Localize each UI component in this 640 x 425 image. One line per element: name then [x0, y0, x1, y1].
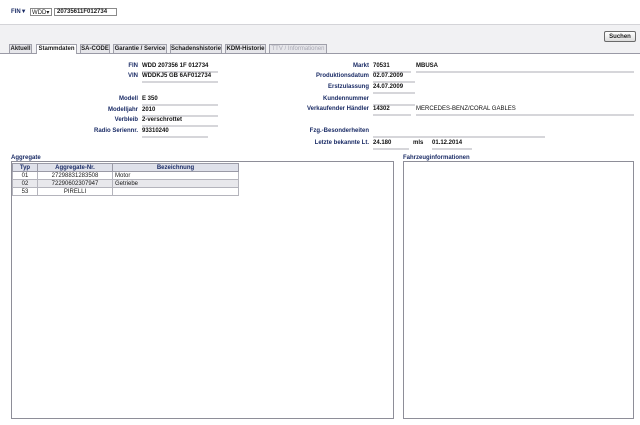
- erstzulassung-value: 24.07.2009: [373, 84, 404, 90]
- column-header-bezeichnung[interactable]: Bezeichnung: [112, 163, 239, 172]
- produktionsdatum-field-label: Produktionsdatum: [315, 73, 369, 79]
- search-bar: FIN▼ WDD▾ 20735611F012734: [0, 0, 640, 25]
- table-row[interactable]: 02 72290602307947 Getriebe: [12, 179, 239, 188]
- modelljahr-value: 2010: [142, 107, 156, 113]
- markt-name: MBUSA: [416, 63, 438, 69]
- fin-input[interactable]: 20735611F012734: [54, 8, 117, 16]
- aggregate-table: Typ Aggregate-Nr. Bezeichnung 01 2729883…: [12, 163, 239, 196]
- fzg-besonderheiten-field-label: Fzg.-Besonderheiten: [309, 128, 369, 134]
- markt-value: 70531: [373, 63, 390, 69]
- table-row[interactable]: 53 PIRELLI: [12, 187, 239, 196]
- tab-stammdaten[interactable]: Stammdaten: [36, 44, 77, 54]
- fin-label: FIN▼: [11, 9, 27, 15]
- tab-kdm-historie[interactable]: KDM-Historie: [225, 44, 266, 53]
- aggregate-nr-cell: PIRELLI: [37, 187, 113, 196]
- erstzulassung-field-label: Erstzulassung: [327, 84, 369, 90]
- vin-value: WDDKJ5 GB 6AF012734: [142, 73, 212, 79]
- tab-schadenshistorie[interactable]: Schadenshistorie: [170, 44, 222, 53]
- bezeichnung-cell: Motor: [112, 171, 239, 180]
- tab-aktuell[interactable]: Aktuell: [9, 44, 32, 53]
- chevron-down-icon: ▾: [46, 10, 50, 16]
- tab-ttv-informationen[interactable]: TTV / Informationen: [269, 44, 327, 53]
- typ-cell: 02: [12, 179, 38, 188]
- letzte-laufleistung-field-label: Letzte bekannte Lt.: [314, 140, 369, 146]
- kundennummer-field-label: Kundennummer: [322, 96, 369, 102]
- vin-field-label: VIN: [127, 73, 138, 79]
- modell-field-label: Modell: [119, 96, 138, 102]
- aggregate-nr-cell: 27298831283508: [37, 171, 113, 180]
- radio-seriennr-value: 93310240: [142, 128, 169, 134]
- table-row[interactable]: 01 27298831283508 Motor: [12, 171, 239, 180]
- fahrzeuginformationen-panel: [403, 161, 634, 419]
- radio-seriennr-field-label: Radio Seriennr.: [93, 128, 138, 134]
- typ-cell: 01: [12, 171, 38, 180]
- table-header-row: Typ Aggregate-Nr. Bezeichnung: [12, 163, 239, 172]
- verbleib-field-label: Verbleib: [114, 117, 138, 123]
- verbleib-value: 2-verschrottet: [142, 117, 183, 123]
- markt-field-label: Markt: [352, 63, 369, 69]
- haendler-name: MERCEDES-BENZ/CORAL GABLES: [416, 106, 516, 112]
- produktionsdatum-value: 02.07.2009: [373, 73, 404, 79]
- tab-strip: Aktuell Stammdaten SA-CODE Garantie / Se…: [0, 44, 640, 54]
- verkaufender-haendler-field-label: Verkaufender Händler: [306, 106, 369, 112]
- tab-garantie-service[interactable]: Garantie / Service: [113, 44, 167, 53]
- haendler-nummer: 14302: [373, 106, 390, 112]
- fin-field-label: FIN: [128, 63, 138, 69]
- tab-sa-code[interactable]: SA-CODE: [80, 44, 110, 53]
- laufleistung-date: 01.12.2014: [432, 140, 463, 146]
- aggregate-nr-cell: 72290602307947: [37, 179, 113, 188]
- fin-value: WDD 207356 1F 012734: [142, 63, 209, 69]
- laufleistung-value: 24.180: [373, 140, 392, 146]
- typ-cell: 53: [12, 187, 38, 196]
- modelljahr-field-label: Modelljahr: [107, 107, 138, 113]
- laufleistung-unit: mls: [413, 140, 424, 146]
- column-header-aggregate-nr[interactable]: Aggregate-Nr.: [37, 163, 113, 172]
- chevron-down-icon[interactable]: ▼: [21, 9, 27, 15]
- bezeichnung-cell: [112, 187, 239, 196]
- modell-value: E 350: [142, 96, 158, 102]
- fin-type-select[interactable]: WDD▾: [30, 8, 52, 16]
- aggregate-panel: [11, 161, 394, 419]
- bezeichnung-cell: Getriebe: [112, 179, 239, 188]
- column-header-typ[interactable]: Typ: [12, 163, 38, 172]
- search-button[interactable]: Suchen: [604, 31, 636, 42]
